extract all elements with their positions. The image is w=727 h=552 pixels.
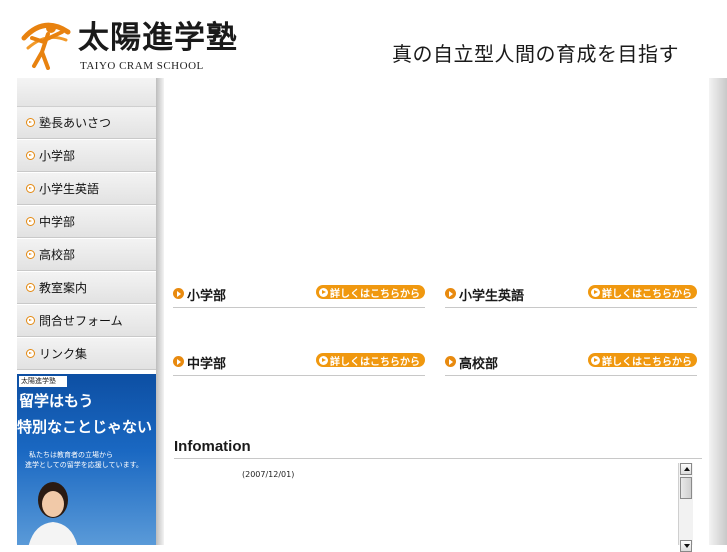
sidebar-item-label: 中学部 xyxy=(39,215,76,229)
sidebar-item-classrooms[interactable]: 教室案内 xyxy=(17,272,156,304)
arrow-bullet-icon xyxy=(26,118,35,127)
details-link-button[interactable]: 詳しくはこちらから xyxy=(316,353,425,368)
section-elementary: 小学部 詳しくはこちらから xyxy=(173,285,425,308)
section-title: 小学生英語 xyxy=(459,289,525,304)
content-divider xyxy=(156,78,164,545)
logo-title[interactable]: 太陽進学塾 xyxy=(78,20,238,56)
sidebar-item-high-school[interactable]: 高校部 xyxy=(17,239,156,271)
banner-logo: 太陽進学塾 xyxy=(19,376,67,387)
information-date: (2007/12/01) xyxy=(242,470,295,479)
sidebar-item-label: 小学生英語 xyxy=(39,182,100,196)
sidebar-header xyxy=(17,78,156,107)
sidebar-item-label: リンク集 xyxy=(39,347,88,361)
details-link-label: 詳しくはこちらから xyxy=(602,356,692,368)
arrow-circle-icon xyxy=(445,288,456,299)
banner-subtext: 私たちは教育者の立場から xyxy=(29,451,113,459)
scroll-up-arrow-icon[interactable] xyxy=(680,463,692,475)
arrow-bullet-icon xyxy=(26,283,35,292)
section-title: 中学部 xyxy=(187,357,227,372)
information-scrollbar[interactable] xyxy=(678,463,693,552)
arrow-bullet-icon xyxy=(26,184,35,193)
details-link-button[interactable]: 詳しくはこちらから xyxy=(588,285,697,300)
section-junior-high: 中学部 詳しくはこちらから xyxy=(173,353,425,376)
sidebar-item-label: 塾長あいさつ xyxy=(39,116,112,130)
sidebar-item-contact-form[interactable]: 問合せフォーム xyxy=(17,305,156,337)
arrow-right-icon xyxy=(319,355,328,365)
scrollbar-thumb[interactable] xyxy=(680,477,692,499)
study-abroad-banner[interactable]: 太陽進学塾 留学はもう 特別なことじゃない 私たちは教育者の立場から 進学として… xyxy=(17,374,156,545)
arrow-bullet-icon xyxy=(26,349,35,358)
arrow-right-icon xyxy=(591,287,600,297)
sun-figure-logo-icon[interactable] xyxy=(18,18,74,70)
student-photo-icon xyxy=(28,482,78,545)
arrow-bullet-icon xyxy=(26,217,35,226)
arrow-circle-icon xyxy=(445,356,456,367)
content-right-edge xyxy=(709,78,727,545)
banner-headline: 留学はもう xyxy=(19,392,94,410)
section-title: 小学部 xyxy=(187,289,227,304)
sidebar-item-label: 小学部 xyxy=(39,149,76,163)
arrow-right-icon xyxy=(319,287,328,297)
sidebar-item-links[interactable]: リンク集 xyxy=(17,338,156,370)
arrow-bullet-icon xyxy=(26,316,35,325)
sidebar-item-label: 問合せフォーム xyxy=(39,314,123,328)
arrow-circle-icon xyxy=(173,356,184,367)
arrow-bullet-icon xyxy=(26,151,35,160)
section-title: 高校部 xyxy=(459,357,499,372)
arrow-bullet-icon xyxy=(26,250,35,259)
sidebar-item-junior-high[interactable]: 中学部 xyxy=(17,206,156,238)
sidebar-item-label: 高校部 xyxy=(39,248,76,262)
section-elementary-english: 小学生英語 詳しくはこちらから xyxy=(445,285,697,308)
section-high-school: 高校部 詳しくはこちらから xyxy=(445,353,697,376)
information-heading: Infomation xyxy=(174,438,251,455)
details-link-button[interactable]: 詳しくはこちらから xyxy=(588,353,697,368)
sidebar-item-greeting[interactable]: 塾長あいさつ xyxy=(17,107,156,139)
header: 太陽進学塾 TAIYO CRAM SCHOOL 真の自立型人間の育成を目指す xyxy=(0,0,727,78)
arrow-right-icon xyxy=(591,355,600,365)
sidebar-item-label: 教室案内 xyxy=(39,281,88,295)
details-link-label: 詳しくはこちらから xyxy=(602,288,692,300)
arrow-circle-icon xyxy=(173,288,184,299)
details-link-button[interactable]: 詳しくはこちらから xyxy=(316,285,425,300)
logo-subtitle: TAIYO CRAM SCHOOL xyxy=(80,60,204,72)
details-link-label: 詳しくはこちらから xyxy=(330,356,420,368)
sidebar: 塾長あいさつ 小学部 小学生英語 中学部 高校部 教室案内 問合せフォーム リン… xyxy=(17,78,156,545)
banner-headline: 特別なことじゃない xyxy=(17,418,153,436)
sidebar-item-elementary[interactable]: 小学部 xyxy=(17,140,156,172)
scroll-down-arrow-icon[interactable] xyxy=(680,540,692,552)
information-divider xyxy=(174,458,702,459)
details-link-label: 詳しくはこちらから xyxy=(330,288,420,300)
sidebar-item-elementary-english[interactable]: 小学生英語 xyxy=(17,173,156,205)
tagline: 真の自立型人間の育成を目指す xyxy=(392,42,679,66)
banner-subtext: 進学としての留学を応援しています。 xyxy=(25,461,143,469)
